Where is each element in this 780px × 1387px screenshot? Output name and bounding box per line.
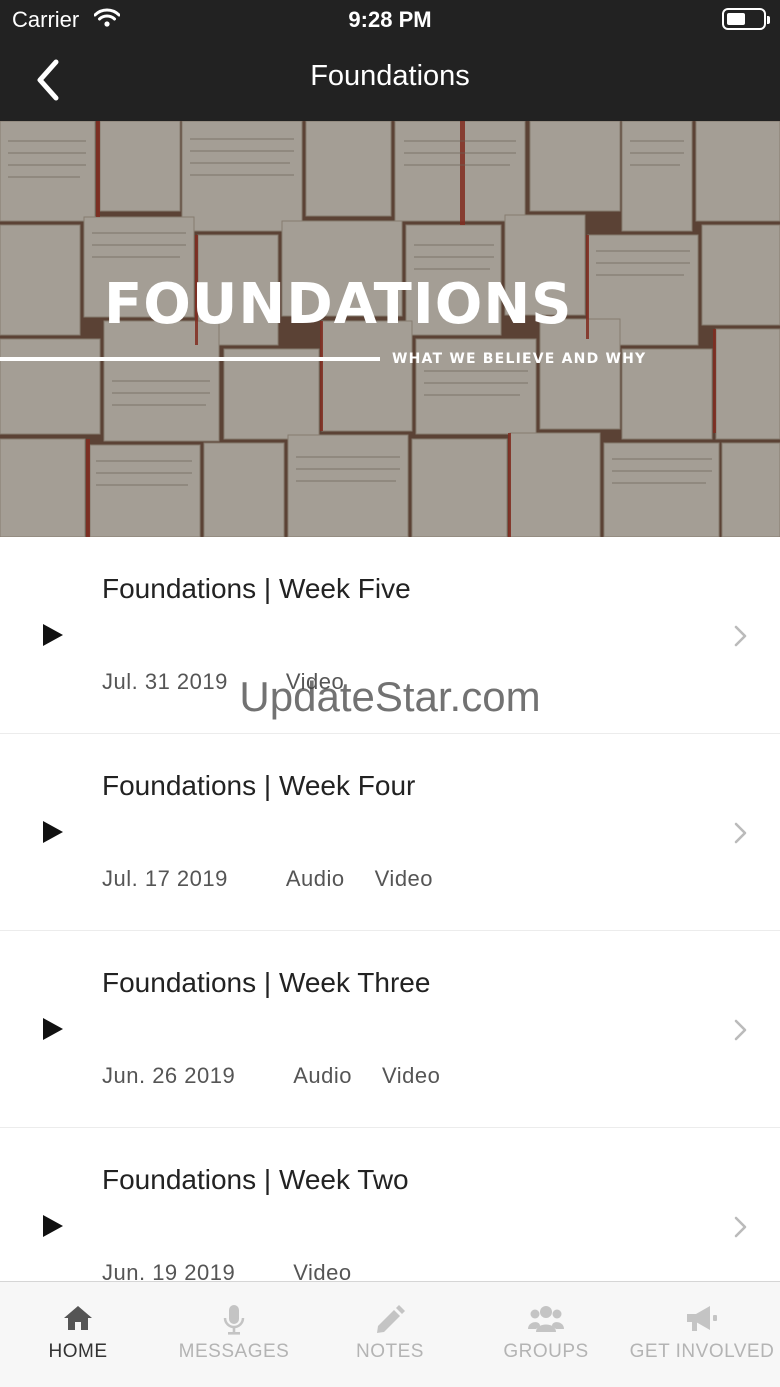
sermon-meta: Jun. 19 2019 Video: [102, 1260, 352, 1281]
sermon-date: Jun. 19 2019: [102, 1260, 236, 1281]
clock: 9:28 PM: [348, 7, 432, 32]
sermon-row-week-four[interactable]: Foundations | Week Four Jul. 17 2019 Audi…: [0, 734, 780, 931]
media-type-video: Video: [374, 866, 434, 891]
sermon-date: Jul. 31 2019: [102, 669, 228, 694]
chevron-right-icon: [734, 625, 747, 647]
sermon-date: Jun. 26 2019: [102, 1063, 236, 1088]
tab-messages[interactable]: MESSAGES: [156, 1282, 312, 1387]
tab-notes[interactable]: NOTES: [312, 1282, 468, 1387]
home-icon: [64, 1306, 92, 1330]
chevron-right-icon: [734, 1019, 747, 1041]
navigation-bar: Foundations: [0, 40, 780, 121]
tab-label: GROUPS: [503, 1341, 589, 1362]
series-subtitle: WHAT WE BELIEVE AND WHY: [392, 351, 647, 367]
microphone-icon: [223, 1305, 245, 1335]
sermon-title: Foundations | Week Four: [102, 770, 416, 801]
tab-label: MESSAGES: [178, 1341, 290, 1362]
tab-home[interactable]: HOME: [0, 1282, 156, 1387]
sermon-date: Jul. 17 2019: [102, 866, 228, 891]
sermon-title: Foundations | Week Five: [102, 573, 411, 604]
play-icon[interactable]: [43, 1215, 63, 1237]
chevron-right-icon: [734, 822, 747, 844]
sermon-row-week-two[interactable]: Foundations | Week Two Jun. 19 2019 Video: [0, 1128, 780, 1281]
sermon-row-week-three[interactable]: Foundations | Week Three Jun. 26 2019 Aud…: [0, 931, 780, 1128]
play-icon[interactable]: [43, 624, 63, 646]
sermon-title: Foundations | Week Three: [102, 967, 431, 998]
tab-bar: HOME MESSAGES NOTES GROUPS GET INVOLVED: [0, 1281, 780, 1387]
megaphone-icon: [687, 1306, 717, 1331]
battery-icon: [722, 8, 770, 30]
series-banner: FOUNDATIONS WHAT WE BELIEVE AND WHY: [0, 121, 780, 537]
sermon-meta: Jul. 17 2019 Audio Video: [102, 866, 433, 892]
tab-label: GET INVOLVED: [629, 1341, 775, 1362]
tab-label: HOME: [48, 1341, 108, 1362]
media-type-audio: Audio: [285, 866, 345, 891]
sermon-title: Foundations | Week Two: [102, 1164, 409, 1195]
media-type-video: Video: [382, 1063, 441, 1088]
series-title: FOUNDATIONS: [104, 272, 573, 337]
play-icon[interactable]: [43, 821, 63, 843]
page-title: Foundations: [310, 60, 470, 92]
sermon-meta: Jun. 26 2019 Audio Video: [102, 1063, 440, 1089]
sermon-row-week-five[interactable]: Foundations | Week Five Jul. 31 2019 Vide…: [0, 537, 780, 734]
media-type-audio: Audio: [293, 1063, 353, 1088]
media-type-video: Video: [285, 669, 345, 694]
banner-divider: [0, 357, 380, 361]
tab-groups[interactable]: GROUPS: [468, 1282, 624, 1387]
status-bar: Carrier 9:28 PM: [0, 0, 780, 40]
group-icon: [528, 1306, 564, 1332]
media-type-video: Video: [293, 1260, 352, 1281]
tab-label: NOTES: [356, 1341, 424, 1362]
tab-get-involved[interactable]: GET INVOLVED: [624, 1282, 780, 1387]
sermon-list: Foundations | Week Five Jul. 31 2019 Vide…: [0, 537, 780, 1281]
play-icon[interactable]: [43, 1018, 63, 1040]
chevron-right-icon: [734, 1216, 747, 1238]
sermon-meta: Jul. 31 2019 Video: [102, 669, 344, 695]
pencil-icon: [377, 1305, 405, 1333]
